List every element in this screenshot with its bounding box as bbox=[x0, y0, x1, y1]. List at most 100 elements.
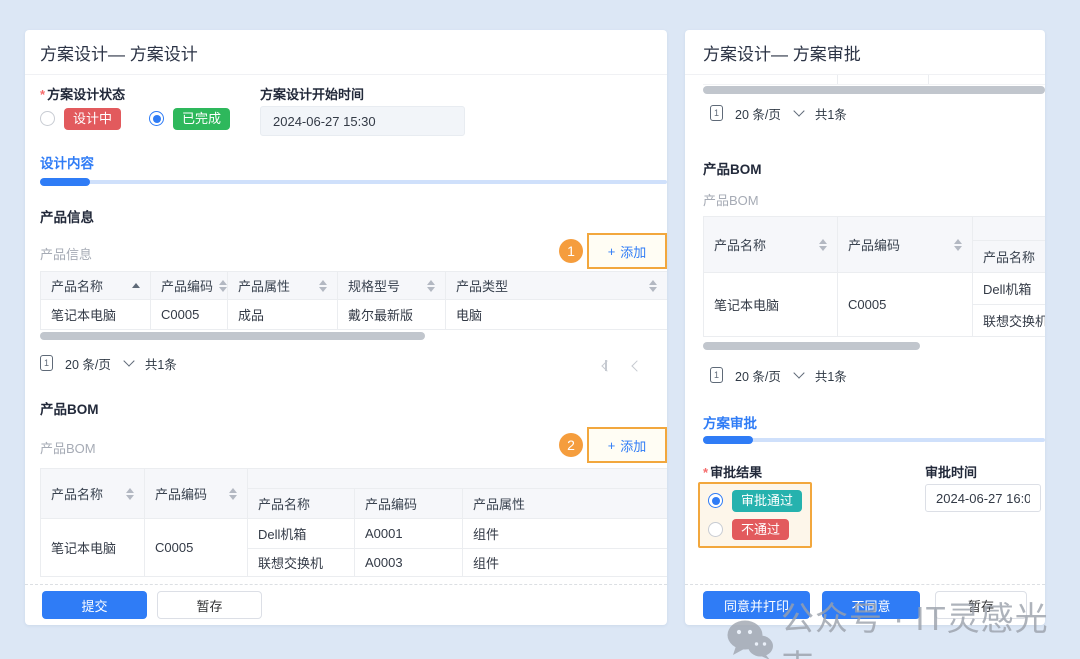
nested-col-product-name: 产品名称 bbox=[248, 489, 355, 519]
col-header-product-code[interactable]: 产品编码 bbox=[145, 469, 248, 519]
cell: A0003 bbox=[355, 549, 463, 577]
cell: 笔记本电脑 bbox=[41, 519, 145, 577]
divider bbox=[685, 584, 1045, 585]
divider bbox=[25, 584, 667, 585]
prev-page-icon[interactable] bbox=[631, 360, 642, 371]
status-badge-designing[interactable]: 设计中 bbox=[64, 108, 121, 130]
tab-active-indicator bbox=[40, 178, 90, 186]
design-status-label: *方案设计状态 bbox=[40, 84, 125, 103]
approval-badge-pass[interactable]: 审批通过 bbox=[732, 490, 802, 512]
nested-col-product-attr: 产品属性 bbox=[463, 489, 667, 519]
nested-col-product-code: 产品编码 bbox=[355, 489, 463, 519]
plus-icon: + bbox=[608, 438, 616, 453]
cell: 联想交换机 bbox=[248, 549, 355, 577]
table-row: 笔记本电脑 C0005 Dell机箱 联想交换机 bbox=[704, 273, 1045, 337]
chevron-down-icon bbox=[123, 355, 134, 366]
add-product-button[interactable]: +添加 bbox=[587, 233, 667, 269]
cell: 笔记本电脑 bbox=[704, 273, 838, 337]
cell: 成品 bbox=[228, 300, 338, 330]
cell: 组件 bbox=[463, 519, 667, 549]
col-header-product-attr[interactable]: 产品属性 bbox=[228, 272, 338, 300]
tab-active-indicator bbox=[703, 436, 753, 444]
total-count: 共1条 bbox=[815, 104, 847, 123]
design-panel: 方案设计— 方案设计 *方案设计状态 方案设计开始时间 设计中 已完成 设计内容… bbox=[25, 30, 667, 625]
radio-approved[interactable] bbox=[708, 493, 723, 508]
pagination: 1 20 条/页 共1条 bbox=[40, 352, 177, 374]
cell: C0005 bbox=[838, 273, 973, 337]
cell: 联想交换机 bbox=[973, 305, 1045, 337]
product-info-sublabel: 产品信息 bbox=[40, 244, 92, 263]
design-start-time-input[interactable] bbox=[260, 106, 465, 136]
product-bom-sublabel: 产品BOM bbox=[703, 190, 759, 209]
total-count: 共1条 bbox=[145, 354, 177, 373]
col-header-product-name[interactable]: 产品名称 bbox=[704, 217, 838, 273]
cell: A0001 bbox=[355, 519, 463, 549]
col-header-product-name[interactable]: 产品名称 bbox=[41, 469, 145, 519]
first-page-icon[interactable] bbox=[605, 360, 611, 371]
total-count: 共1条 bbox=[815, 366, 847, 385]
submit-button[interactable]: 提交 bbox=[42, 591, 147, 619]
sort-icon[interactable] bbox=[126, 488, 134, 500]
product-bom-heading: 产品BOM bbox=[40, 398, 99, 418]
sort-icon[interactable] bbox=[219, 280, 227, 292]
nested-header-strip bbox=[248, 469, 667, 489]
required-mark: * bbox=[703, 465, 708, 480]
reject-button[interactable]: 不同意 bbox=[822, 591, 920, 619]
col-header-spec-model[interactable]: 规格型号 bbox=[338, 272, 446, 300]
sort-icon[interactable] bbox=[319, 280, 327, 292]
design-start-time-label: 方案设计开始时间 bbox=[260, 84, 364, 103]
approval-time-label: 审批时间 bbox=[925, 462, 977, 481]
approval-badge-fail[interactable]: 不通过 bbox=[732, 519, 789, 541]
tab-track bbox=[703, 438, 1045, 442]
cell: 组件 bbox=[463, 549, 667, 577]
cell: 笔记本电脑 bbox=[41, 300, 151, 330]
wechat-icon bbox=[726, 619, 774, 659]
pagination-nav bbox=[605, 360, 641, 371]
nested-header-strip bbox=[973, 217, 1045, 241]
cell: C0005 bbox=[145, 519, 248, 577]
product-bom-sublabel: 产品BOM bbox=[40, 438, 96, 457]
col-header-product-name[interactable]: 产品名称 bbox=[41, 272, 151, 300]
product-info-table: 产品名称 产品编码 产品属性 规格型号 产品类型 bbox=[40, 271, 667, 330]
status-badge-completed[interactable]: 已完成 bbox=[173, 108, 230, 130]
radio-designing[interactable] bbox=[40, 111, 55, 126]
approval-time-input[interactable] bbox=[925, 484, 1041, 512]
plus-icon: + bbox=[608, 244, 616, 259]
page-size-select[interactable]: 20 条/页 bbox=[65, 354, 133, 373]
required-mark: * bbox=[40, 87, 45, 102]
sort-icon[interactable] bbox=[427, 280, 435, 292]
sort-icon[interactable] bbox=[954, 239, 962, 251]
page-size-select[interactable]: 20 条/页 bbox=[735, 366, 803, 385]
horizontal-scrollbar[interactable] bbox=[40, 332, 425, 340]
radio-rejected[interactable] bbox=[708, 522, 723, 537]
col-header-product-code[interactable]: 产品编码 bbox=[151, 272, 228, 300]
approval-result-label: *审批结果 bbox=[703, 462, 762, 481]
page-size-select[interactable]: 20 条/页 bbox=[735, 104, 803, 123]
sort-icon[interactable] bbox=[229, 488, 237, 500]
col-header-product-code[interactable]: 产品编码 bbox=[838, 217, 973, 273]
design-panel-title: 方案设计— 方案设计 bbox=[25, 30, 667, 75]
tab-approval[interactable]: 方案审批 bbox=[703, 412, 757, 432]
tab-design-content[interactable]: 设计内容 bbox=[40, 152, 94, 172]
cell: C0005 bbox=[151, 300, 228, 330]
add-bom-button[interactable]: +添加 bbox=[587, 427, 667, 463]
horizontal-scrollbar[interactable] bbox=[703, 86, 1045, 94]
sort-asc-icon[interactable] bbox=[132, 283, 140, 288]
product-bom-heading: 产品BOM bbox=[703, 158, 762, 178]
tab-track bbox=[40, 180, 667, 184]
product-info-heading: 产品信息 bbox=[40, 206, 94, 226]
sort-icon[interactable] bbox=[649, 280, 657, 292]
chevron-down-icon bbox=[793, 367, 804, 378]
save-draft-button[interactable]: 暂存 bbox=[157, 591, 262, 619]
cell: 戴尔最新版 bbox=[338, 300, 446, 330]
radio-completed[interactable] bbox=[149, 111, 164, 126]
approve-print-button[interactable]: 同意并打印 bbox=[703, 591, 810, 619]
page-root: 方案设计— 方案设计 *方案设计状态 方案设计开始时间 设计中 已完成 设计内容… bbox=[0, 0, 1080, 659]
chevron-down-icon bbox=[793, 105, 804, 116]
col-header-product-type[interactable]: 产品类型 bbox=[446, 272, 667, 300]
product-bom-table: 产品名称 产品编码 产品名称 产品编码 产品属性 笔记本电脑 bbox=[40, 468, 667, 577]
horizontal-scrollbar[interactable] bbox=[703, 342, 920, 350]
sort-icon[interactable] bbox=[819, 239, 827, 251]
save-draft-button[interactable]: 暂存 bbox=[935, 591, 1027, 619]
page-size-icon: 1 bbox=[40, 355, 53, 371]
